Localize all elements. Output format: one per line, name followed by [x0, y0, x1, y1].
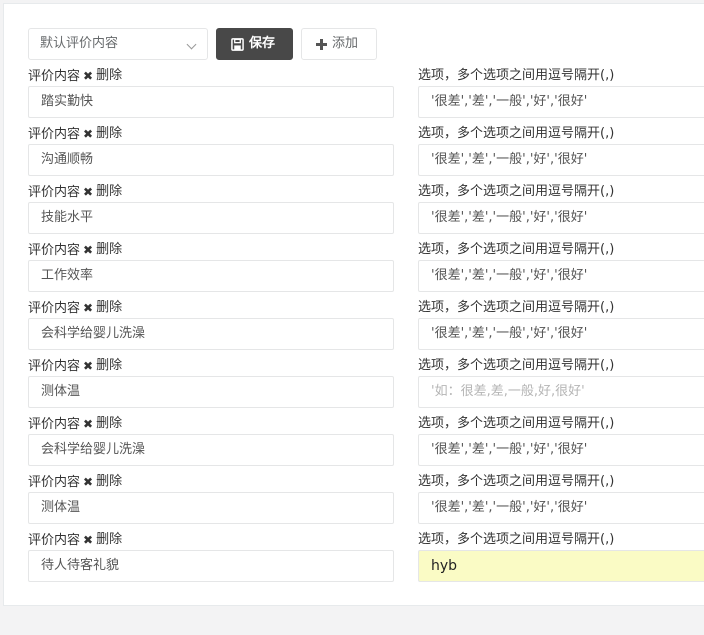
- evaluation-row: 评价内容 ✖ 删除 选项，多个选项之间用逗号隔开(,) 技能水平 '很差','差','一般…: [0, 184, 704, 242]
- content-label: 评价内容 ✖ 删除: [28, 68, 122, 85]
- content-label-text: 评价内容: [28, 301, 81, 316]
- close-icon: ✖: [83, 127, 94, 141]
- options-input[interactable]: '很差','差','一般','好','很好': [418, 318, 704, 350]
- delete-link[interactable]: ✖ 删除: [83, 68, 122, 84]
- save-button[interactable]: 保存: [216, 28, 293, 60]
- options-label: 选项，多个选项之间用逗号隔开(,): [418, 300, 615, 315]
- evaluation-row: 评价内容 ✖ 删除 选项，多个选项之间用逗号隔开(,) 待人待客礼貌 hyb: [0, 532, 704, 590]
- close-icon: ✖: [83, 301, 94, 315]
- content-input[interactable]: 测体温: [28, 492, 394, 524]
- content-label-text: 评价内容: [28, 475, 81, 490]
- options-label: 选项，多个选项之间用逗号隔开(,): [418, 184, 615, 199]
- content-label-text: 评价内容: [28, 127, 81, 142]
- plus-icon: [316, 38, 327, 50]
- delete-link[interactable]: ✖ 删除: [83, 474, 122, 490]
- options-label: 选项，多个选项之间用逗号隔开(,): [418, 68, 615, 83]
- content-label: 评价内容 ✖ 删除: [28, 358, 122, 375]
- floppy-disk-icon: [231, 37, 244, 51]
- content-input[interactable]: 会科学给婴儿洗澡: [28, 318, 394, 350]
- options-label: 选项，多个选项之间用逗号隔开(,): [418, 416, 615, 431]
- options-input[interactable]: '很差','差','一般','好','很好': [418, 144, 704, 176]
- delete-link[interactable]: ✖ 删除: [83, 242, 122, 258]
- delete-label: 删除: [96, 416, 123, 431]
- delete-label: 删除: [96, 126, 123, 141]
- content-input[interactable]: 踏实勤快: [28, 86, 394, 118]
- delete-label: 删除: [96, 300, 123, 315]
- content-label: 评价内容 ✖ 删除: [28, 416, 122, 433]
- options-label: 选项，多个选项之间用逗号隔开(,): [418, 474, 615, 489]
- evaluation-row: 评价内容 ✖ 删除 选项，多个选项之间用逗号隔开(,) 踏实勤快 '很差','差','一般…: [0, 68, 704, 126]
- close-icon: ✖: [83, 185, 94, 199]
- evaluation-row: 评价内容 ✖ 删除 选项，多个选项之间用逗号隔开(,) 会科学给婴儿洗澡 '很差','差'…: [0, 416, 704, 474]
- delete-link[interactable]: ✖ 删除: [83, 532, 122, 548]
- options-label: 选项，多个选项之间用逗号隔开(,): [418, 126, 615, 141]
- close-icon: ✖: [83, 417, 94, 431]
- content-label-text: 评价内容: [28, 533, 81, 548]
- content-input[interactable]: 待人待客礼貌: [28, 550, 394, 582]
- evaluation-row: 评价内容 ✖ 删除 选项，多个选项之间用逗号隔开(,) 沟通顺畅 '很差','差','一般…: [0, 126, 704, 184]
- evaluation-row: 评价内容 ✖ 删除 选项，多个选项之间用逗号隔开(,) 测体温 '很差','差','一般'…: [0, 474, 704, 532]
- delete-label: 删除: [96, 242, 123, 257]
- content-input[interactable]: 会科学给婴儿洗澡: [28, 434, 394, 466]
- options-label: 选项，多个选项之间用逗号隔开(,): [418, 532, 615, 547]
- delete-label: 删除: [96, 474, 123, 489]
- delete-label: 删除: [96, 184, 123, 199]
- delete-link[interactable]: ✖ 删除: [83, 300, 122, 316]
- close-icon: ✖: [83, 243, 94, 257]
- content-input[interactable]: 测体温: [28, 376, 394, 408]
- delete-link[interactable]: ✖ 删除: [83, 416, 122, 432]
- add-button[interactable]: 添加: [301, 28, 377, 60]
- options-input[interactable]: '很差','差','一般','好','很好': [418, 202, 704, 234]
- content-label-text: 评价内容: [28, 417, 81, 432]
- content-input[interactable]: 工作效率: [28, 260, 394, 292]
- options-label: 选项，多个选项之间用逗号隔开(,): [418, 358, 615, 373]
- close-icon: ✖: [83, 359, 94, 373]
- content-label: 评价内容 ✖ 删除: [28, 184, 122, 201]
- template-select-value: 默认评价内容: [40, 36, 119, 51]
- content-label-text: 评价内容: [28, 359, 81, 374]
- close-icon: ✖: [83, 475, 94, 489]
- add-button-label: 添加: [332, 36, 359, 51]
- delete-link[interactable]: ✖ 删除: [83, 126, 122, 142]
- evaluation-row: 评价内容 ✖ 删除 选项，多个选项之间用逗号隔开(,) 会科学给婴儿洗澡 '很差','差'…: [0, 300, 704, 358]
- template-select[interactable]: 默认评价内容: [28, 28, 208, 60]
- content-label: 评价内容 ✖ 删除: [28, 532, 122, 549]
- content-label: 评价内容 ✖ 删除: [28, 300, 122, 317]
- close-icon: ✖: [83, 533, 94, 547]
- content-input[interactable]: 技能水平: [28, 202, 394, 234]
- options-input[interactable]: '很差','差','一般','好','很好': [418, 492, 704, 524]
- options-input[interactable]: '很差','差','一般','好','很好': [418, 434, 704, 466]
- close-icon: ✖: [83, 69, 94, 83]
- delete-label: 删除: [96, 358, 123, 373]
- options-input[interactable]: '如：很差,差,一般,好,很好': [418, 376, 704, 408]
- save-button-label: 保存: [249, 36, 276, 51]
- content-label-text: 评价内容: [28, 243, 81, 258]
- options-input[interactable]: '很差','差','一般','好','很好': [418, 86, 704, 118]
- delete-label: 删除: [96, 68, 123, 83]
- content-label: 评价内容 ✖ 删除: [28, 126, 122, 143]
- chevron-down-icon: [186, 39, 197, 50]
- content-label-text: 评价内容: [28, 69, 81, 84]
- options-input[interactable]: '很差','差','一般','好','很好': [418, 260, 704, 292]
- content-label: 评价内容 ✖ 删除: [28, 474, 122, 491]
- content-input[interactable]: 沟通顺畅: [28, 144, 394, 176]
- content-label: 评价内容 ✖ 删除: [28, 242, 122, 259]
- delete-link[interactable]: ✖ 删除: [83, 184, 122, 200]
- evaluation-row: 评价内容 ✖ 删除 选项，多个选项之间用逗号隔开(,) 测体温 '如：很差,差,一般,好,…: [0, 358, 704, 416]
- delete-link[interactable]: ✖ 删除: [83, 358, 122, 374]
- evaluation-row: 评价内容 ✖ 删除 选项，多个选项之间用逗号隔开(,) 工作效率 '很差','差','一般…: [0, 242, 704, 300]
- delete-label: 删除: [96, 532, 123, 547]
- options-input[interactable]: hyb: [418, 550, 704, 582]
- options-label: 选项，多个选项之间用逗号隔开(,): [418, 242, 615, 257]
- content-label-text: 评价内容: [28, 185, 81, 200]
